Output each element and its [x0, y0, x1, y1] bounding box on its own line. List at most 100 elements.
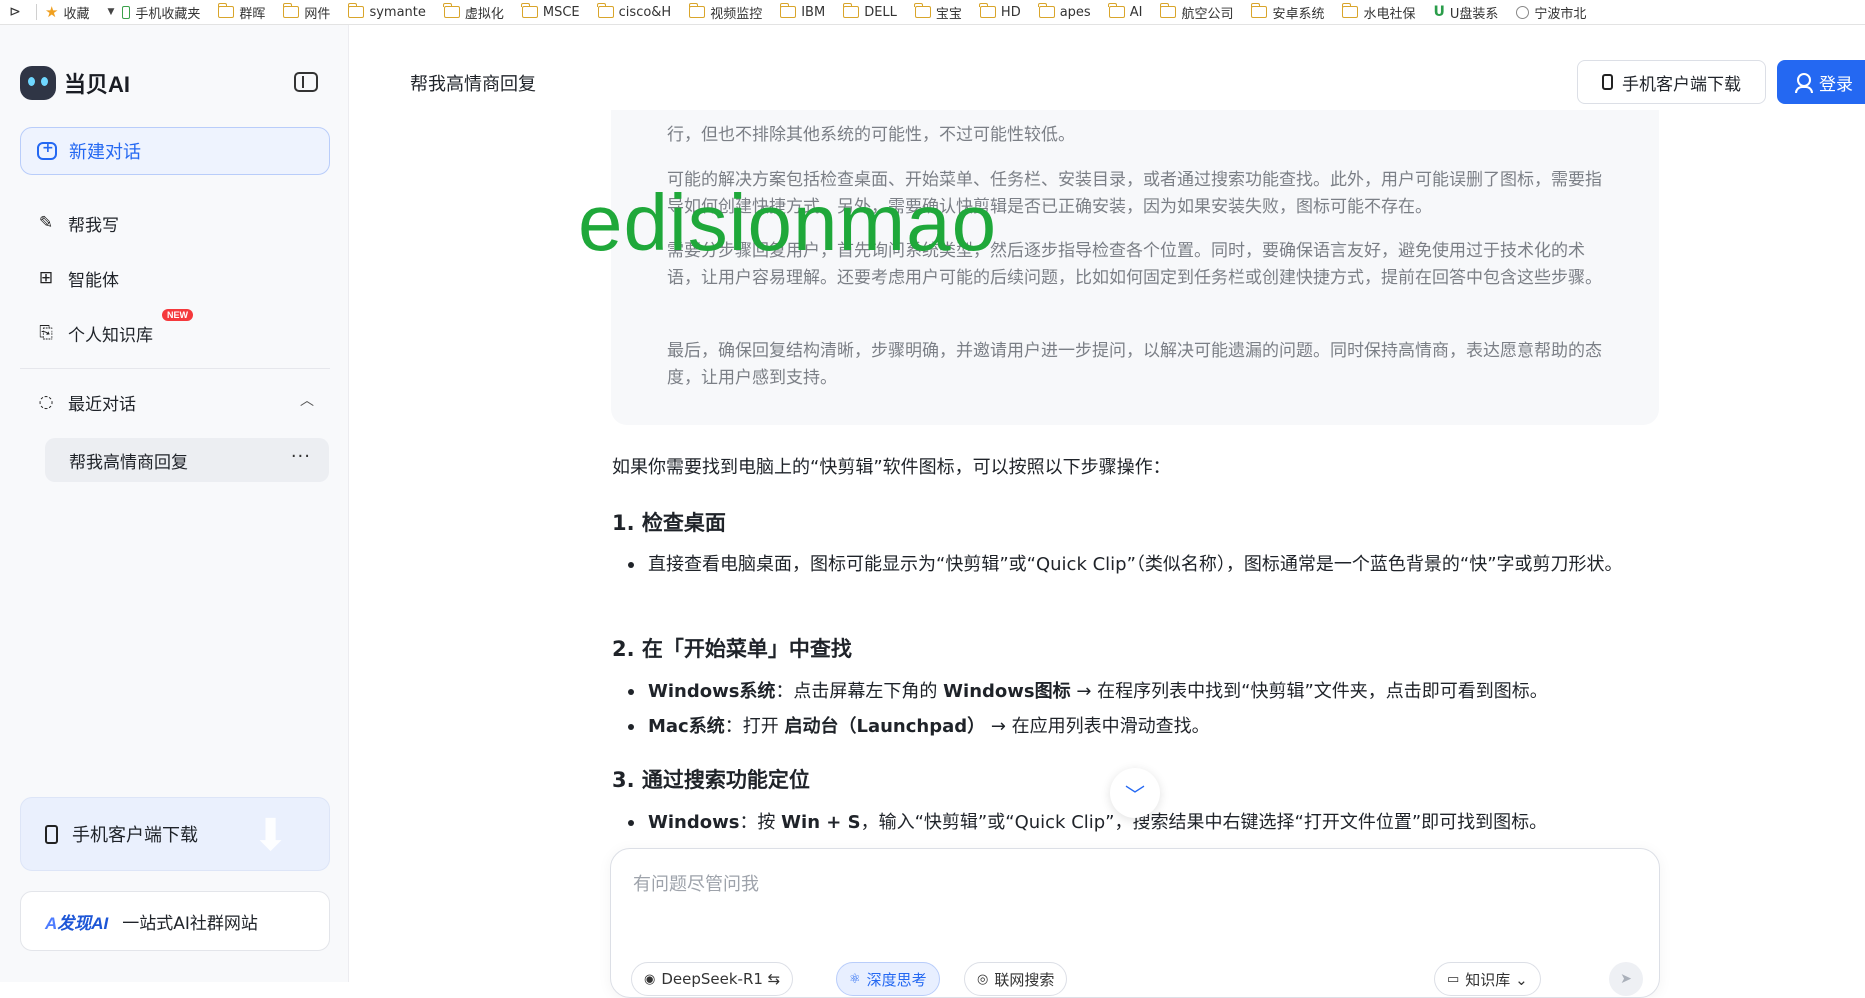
divider: [20, 368, 330, 369]
caret-down-icon[interactable]: ▼: [107, 7, 114, 17]
folder-icon: [979, 3, 996, 18]
bullet-dot: [628, 820, 634, 826]
deepseek-icon: ◉: [644, 971, 656, 987]
sidebar-app-download-button[interactable]: 手机客户端下载 ⬇: [20, 797, 330, 871]
sidebar-item-write[interactable]: ✎ 帮我写: [36, 209, 119, 237]
bookmark-item[interactable]: 群晖: [217, 3, 265, 22]
new-chat-button[interactable]: 新建对话: [20, 127, 330, 175]
collapse-sidebar-icon[interactable]: [294, 72, 318, 92]
robot-logo-icon: [20, 66, 56, 100]
bookmark-item[interactable]: AI: [1108, 3, 1142, 20]
phone-icon: [122, 5, 131, 19]
thinking-paragraph: 最后，确保回复结构清晰，步骤明确，并邀请用户进一步提问，以解决可能遗漏的问题。同…: [667, 341, 1602, 388]
folder-icon: [842, 3, 860, 18]
deep-thinking-chip[interactable]: ⚛ 深度思考: [836, 962, 940, 996]
bullet-dot: [628, 724, 634, 730]
sidebar: 当贝AI 新建对话 ✎ 帮我写 ⊞ 智能体 ⎘ 个人知识库 NEW ◌ 最近对话…: [0, 25, 349, 982]
folder-icon: [347, 3, 365, 18]
bookmark-item[interactable]: 手机收藏夹: [122, 3, 200, 22]
message-input[interactable]: [631, 873, 1535, 896]
star-icon: ★: [45, 3, 59, 21]
section-heading: 1. 检查桌面: [612, 511, 726, 535]
bookmark-item[interactable]: HD: [979, 3, 1021, 20]
app-logo[interactable]: 当贝AI: [20, 63, 330, 103]
pen-icon: ✎: [38, 213, 54, 233]
knowledge-icon: ⎘: [39, 323, 53, 343]
list-item: Mac系统：打开 启动台（Launchpad） → 在应用列表中滑动查找。: [626, 712, 1646, 742]
folder-icon: [521, 3, 538, 18]
bullet-dot: [628, 689, 634, 695]
bookmark-item[interactable]: 宝宝: [914, 3, 962, 22]
model-selector-chip[interactable]: ◉ DeepSeek-R1 ⇆: [631, 962, 794, 996]
new-badge: NEW: [162, 309, 193, 321]
bookmark-item[interactable]: MSCE: [521, 3, 580, 20]
bookmark-item[interactable]: symante: [347, 3, 426, 20]
folder-icon: [779, 3, 797, 18]
web-search-chip[interactable]: ◎ 联网搜索: [964, 962, 1068, 996]
answer-intro: 如果你需要找到电脑上的“快剪辑”软件图标，可以按照以下步骤操作：: [612, 457, 1171, 478]
bookmark-item[interactable]: U U盘装系: [1434, 3, 1499, 22]
app-name: 当贝AI: [64, 72, 131, 97]
send-button[interactable]: ➤: [1609, 962, 1643, 996]
bookmark-item[interactable]: apes: [1038, 3, 1091, 20]
folder-icon: [1038, 3, 1055, 18]
folder-icon: [1341, 3, 1359, 18]
bookmark-item[interactable]: DELL: [842, 3, 897, 20]
section-heading: 2. 在「开始菜单」中查找: [612, 637, 852, 661]
download-arrow-icon: ⬇: [252, 810, 289, 861]
list-item: Windows系统：点击屏幕左下角的 Windows图标 → 在程序列表中找到“…: [626, 677, 1646, 707]
scroll-to-bottom-button[interactable]: ﹀: [1110, 768, 1160, 818]
more-options-icon[interactable]: ···: [291, 446, 311, 467]
brain-icon: ⚛: [849, 971, 861, 987]
sidebar-toggle-icon[interactable]: ⊳: [0, 4, 30, 20]
knowledge-base-chip[interactable]: ▭ 知识库 ⌄: [1434, 962, 1541, 996]
bookmark-item[interactable]: IBM: [779, 3, 825, 20]
bookmark-item[interactable]: ★ 收藏: [45, 3, 89, 22]
message-composer: ◉ DeepSeek-R1 ⇆ ⚛ 深度思考 ◎ 联网搜索 ▭ 知识库 ⌄ ➤: [610, 848, 1660, 998]
folder-icon: [217, 3, 235, 18]
bookmark-item[interactable]: 安卓系统: [1250, 3, 1324, 22]
phone-icon: [45, 824, 58, 844]
promo-find-ai[interactable]: A发现AI 一站式AI社群网站: [20, 891, 330, 951]
folder-icon: [1250, 3, 1268, 18]
folder-icon: [1159, 3, 1177, 18]
new-chat-icon: [37, 140, 57, 160]
sidebar-item-agents[interactable]: ⊞ 智能体: [36, 264, 119, 292]
section-heading: 3. 通过搜索功能定位: [612, 768, 810, 792]
folder-icon: ▭: [1447, 971, 1460, 987]
folder-icon: [688, 3, 706, 18]
watermark-text: edisionmao: [578, 178, 998, 267]
bookmark-item[interactable]: 水电社保: [1341, 3, 1416, 22]
bookmark-item[interactable]: 宁波市北: [1516, 3, 1586, 22]
globe-icon: [1516, 5, 1530, 19]
login-button[interactable]: 登录: [1777, 60, 1865, 104]
u-icon: U: [1433, 4, 1445, 20]
bookmark-item[interactable]: cisco&H: [597, 3, 671, 20]
chat-bubble-icon: ◌: [38, 392, 54, 412]
chevron-up-icon[interactable]: ︿: [300, 390, 314, 410]
divider: [36, 4, 37, 20]
folder-icon: [282, 3, 300, 18]
folder-icon: [443, 3, 460, 18]
thinking-paragraph: 行，但也不排除其他系统的可能性，不过可能性较低。: [667, 125, 1075, 145]
page-title: 帮我高情商回复: [410, 74, 536, 95]
send-icon: ➤: [1620, 971, 1632, 987]
folder-icon: [597, 3, 614, 18]
list-item: 直接查看电脑桌面，图标可能显示为“快剪辑”或“Quick Clip”（类似名称）…: [626, 550, 1646, 580]
bookmarks-bar: ⊳ ★ 收藏 ▼ 手机收藏夹 群晖 网件 symante 虚拟化 MSCE cis…: [0, 0, 1865, 25]
folder-icon: [914, 3, 931, 18]
bookmark-item[interactable]: 航空公司: [1159, 3, 1233, 22]
bookmark-item[interactable]: 网件: [282, 3, 330, 22]
bullet-dot: [628, 562, 634, 568]
recent-chat-item[interactable]: 帮我高情商回复 ···: [45, 438, 329, 482]
bookmark-item[interactable]: 视频监控: [688, 3, 762, 22]
globe-icon: ◎: [977, 971, 989, 987]
phone-icon: [1602, 74, 1613, 90]
header-app-download-button[interactable]: 手机客户端下载: [1577, 60, 1766, 104]
chevron-down-icon: ﹀: [1125, 782, 1145, 807]
sidebar-item-knowledge[interactable]: ⎘ 个人知识库 NEW: [36, 309, 193, 347]
bookmark-item[interactable]: 虚拟化: [443, 3, 504, 22]
folder-icon: [1108, 3, 1125, 18]
recent-chats-header[interactable]: ◌ 最近对话: [36, 388, 136, 416]
user-icon: [1795, 73, 1813, 93]
